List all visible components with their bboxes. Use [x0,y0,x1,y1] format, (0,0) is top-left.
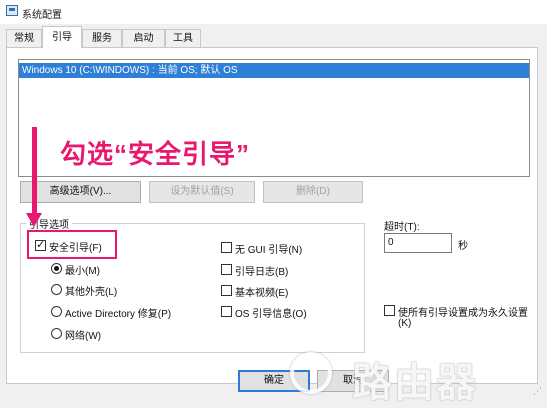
tab-services[interactable]: 服务 [82,29,122,47]
timeout-input[interactable]: 0 [384,233,452,253]
watermark-logo-icon [290,352,332,394]
radio-ad-repair[interactable] [51,306,62,317]
annotation-highlight-box [27,230,117,259]
radio-alternate-shell-label[interactable]: 其他外壳(L) [65,283,117,298]
tab-general[interactable]: 常规 [6,29,42,47]
no-gui-boot-checkbox[interactable] [221,242,232,253]
os-list-item[interactable]: Windows 10 (C:\WINDOWS) : 当前 OS; 默认 OS [19,63,529,78]
resize-grip-icon[interactable]: ⋰ [533,386,543,396]
timeout-unit: 秒 [458,241,468,252]
set-default-button[interactable]: 设为默认值(S) [149,181,255,203]
radio-network[interactable] [51,328,62,339]
base-video-label[interactable]: 基本视频(E) [235,284,288,299]
timeout-label: 超时(T): [384,222,420,233]
annotation-arrow-shaft [32,127,37,217]
delete-button[interactable]: 删除(D) [263,181,363,203]
radio-minimal-label[interactable]: 最小(M) [65,262,100,277]
base-video-checkbox[interactable] [221,285,232,296]
annotation-text: 勾选“安全引导” [60,139,251,169]
boot-log-checkbox[interactable] [221,264,232,275]
make-permanent-label[interactable]: 使所有引导设置成为永久设置 [398,304,528,319]
tab-boot[interactable]: 引导 [42,26,82,48]
no-gui-boot-label[interactable]: 无 GUI 引导(N) [235,241,302,256]
boot-log-label[interactable]: 引导日志(B) [235,263,288,278]
tab-tools[interactable]: 工具 [165,29,201,47]
watermark-text: 路由器 [352,361,478,405]
window-title: 系统配置 [22,10,62,21]
os-boot-info-checkbox[interactable] [221,306,232,317]
make-permanent-checkbox[interactable] [384,305,395,316]
annotation-arrow-icon [26,213,42,227]
os-boot-info-label[interactable]: OS 引导信息(O) [235,305,307,320]
radio-alternate-shell[interactable] [51,284,62,295]
radio-network-label[interactable]: 网络(W) [65,327,101,342]
advanced-options-button[interactable]: 高级选项(V)... [20,181,141,203]
msconfig-icon [6,5,18,16]
radio-minimal[interactable] [51,263,62,274]
make-permanent-label-key[interactable]: (K) [398,318,411,329]
tab-startup[interactable]: 启动 [122,29,165,47]
title-bar [0,0,547,24]
radio-ad-repair-label[interactable]: Active Directory 修复(P) [65,305,171,320]
